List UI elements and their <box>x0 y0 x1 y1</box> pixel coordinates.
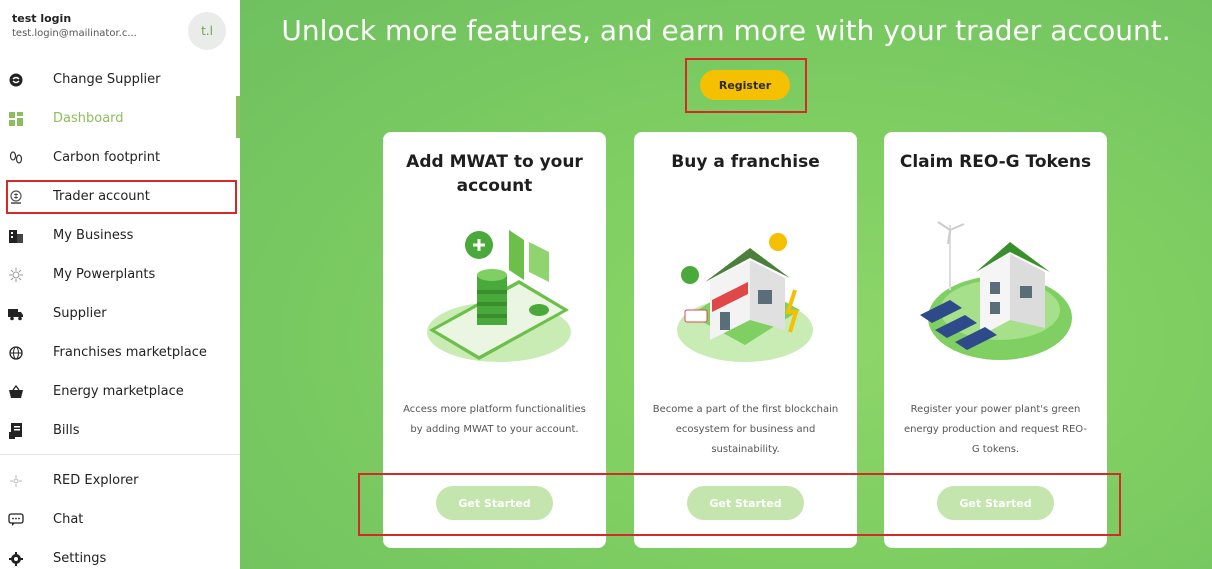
sidebar-item-energy-marketplace[interactable]: Energy marketplace <box>0 372 240 411</box>
mwat-phone-coins-illustration <box>409 220 579 370</box>
sidebar-item-settings[interactable]: Settings <box>0 539 240 569</box>
sidebar-item-label: Chat <box>53 512 84 527</box>
franchise-house-illustration <box>660 220 830 370</box>
basket-icon <box>8 384 24 400</box>
sidebar-item-carbon-footprint[interactable]: Carbon footprint <box>0 138 240 177</box>
highlight-box-get-started <box>358 473 1121 536</box>
highlight-box-trader-account <box>6 180 237 214</box>
sidebar-item-label: My Powerplants <box>53 267 156 282</box>
user-profile[interactable]: test login test.login@mailinator.c... t.… <box>12 12 232 52</box>
sidebar-item-dashboard[interactable]: Dashboard <box>0 99 240 138</box>
supplier-switch-icon <box>8 72 24 88</box>
sidebar-item-label: Settings <box>53 551 107 566</box>
sidebar: test login test.login@mailinator.c... t.… <box>0 0 240 569</box>
globe-icon <box>8 345 24 361</box>
green-house-solar-illustration <box>910 220 1080 370</box>
sidebar-item-label: Dashboard <box>53 111 124 126</box>
sidebar-item-label: RED Explorer <box>53 473 139 488</box>
chat-icon <box>8 512 24 528</box>
card-title: Buy a franchise <box>671 152 820 172</box>
page-headline: Unlock more features, and earn more with… <box>281 14 1171 47</box>
card-description: Register your power plant's green energy… <box>903 404 1088 455</box>
truck-icon <box>8 306 24 322</box>
sidebar-item-supplier[interactable]: Supplier <box>0 294 240 333</box>
highlight-box-register <box>685 58 807 113</box>
card-title: Claim REO-G Tokens <box>899 152 1092 172</box>
sidebar-item-change-supplier[interactable]: Change Supplier <box>0 60 240 99</box>
main-content: Unlock more features, and earn more with… <box>240 0 1212 569</box>
sidebar-item-my-business[interactable]: My Business <box>0 216 240 255</box>
explorer-icon <box>8 473 24 489</box>
bill-icon <box>8 422 24 439</box>
sidebar-item-my-powerplants[interactable]: My Powerplants <box>0 255 240 294</box>
sidebar-item-label: Energy marketplace <box>53 384 184 399</box>
card-title: Add MWAT to your account <box>406 152 583 196</box>
avatar[interactable]: t.l <box>188 12 226 50</box>
sidebar-item-label: Franchises marketplace <box>53 345 207 360</box>
card-description: Become a part of the first blockchain ec… <box>652 404 839 455</box>
sidebar-item-label: Change Supplier <box>53 72 161 87</box>
sidebar-item-label: Supplier <box>53 306 107 321</box>
sidebar-item-label: My Business <box>53 228 134 243</box>
dashboard-icon <box>8 111 24 127</box>
sidebar-nav: Change Supplier Dashboard Carbon footpri… <box>0 60 240 569</box>
sidebar-item-red-explorer[interactable]: RED Explorer <box>0 461 240 500</box>
sidebar-item-label: Bills <box>53 423 80 438</box>
powerplant-icon <box>8 267 24 283</box>
sidebar-item-franchises-marketplace[interactable]: Franchises marketplace <box>0 333 240 372</box>
gear-icon <box>8 551 24 567</box>
business-icon <box>8 228 24 244</box>
sidebar-item-bills[interactable]: Bills <box>0 411 240 450</box>
sidebar-item-chat[interactable]: Chat <box>0 500 240 539</box>
card-description: Access more platform functionalities by … <box>403 404 586 435</box>
sidebar-divider <box>0 454 240 455</box>
sidebar-item-label: Carbon footprint <box>53 150 161 165</box>
footprint-icon <box>8 150 24 166</box>
